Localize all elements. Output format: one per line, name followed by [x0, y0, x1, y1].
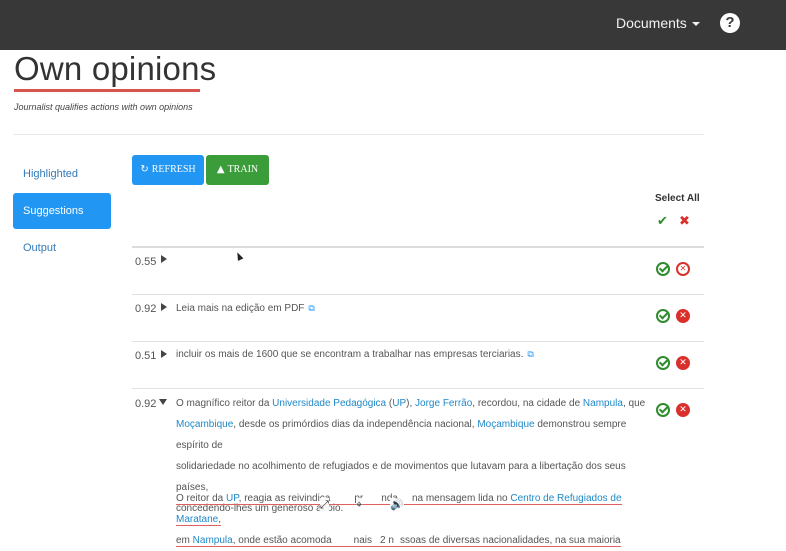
speaker-icon[interactable]: 🔊 [390, 498, 404, 516]
text-span: O magnífico reitor da [176, 398, 273, 409]
page-subtitle: Journalist qualifies actions with own op… [14, 102, 193, 112]
documents-dropdown[interactable]: Documents [616, 15, 700, 31]
graduation-cap-icon: ▲ [216, 164, 225, 175]
accept-icon[interactable] [656, 356, 670, 370]
title-underline [14, 89, 200, 92]
crosshair-icon[interactable]: ⌖ [356, 498, 363, 516]
accept-icon[interactable] [656, 262, 670, 276]
text-span: , recordou, na cidade de [472, 398, 583, 409]
reject-icon[interactable]: ✕ [676, 262, 690, 276]
row-sentence: incluir os mais de 1600 que se encontram… [176, 349, 524, 360]
accept-all-icon[interactable]: ✔ [657, 214, 668, 229]
accept-icon[interactable] [656, 309, 670, 323]
expanded-paragraph-2: O reitor da UP, reagia as reivindicaprnd… [176, 488, 646, 551]
row-score: 0.51 [135, 350, 157, 362]
help-icon[interactable]: ? [720, 13, 740, 33]
row-divider [132, 294, 704, 295]
row-text: incluir os mais de 1600 que se encontram… [176, 349, 534, 360]
mouse-cursor-icon [234, 251, 244, 261]
table-header-divider [132, 246, 704, 248]
text-span: , que [622, 398, 646, 409]
header-divider [14, 134, 704, 135]
entity-link[interactable]: Jorge Ferrão [415, 398, 472, 409]
text-span: , onde estão acomoda [232, 535, 332, 546]
external-link-icon[interactable]: ⧉ [308, 304, 314, 314]
row-sentence: Leia mais na edição em PDF [176, 303, 305, 314]
entity-link[interactable]: Moçambique [477, 419, 534, 430]
row-divider [132, 341, 704, 342]
top-navbar: Documents ? [0, 0, 786, 50]
train-button[interactable]: ▲ TRAIN [206, 155, 269, 185]
sidebar-item-suggestions[interactable]: Suggestions [13, 193, 111, 229]
documents-label: Documents [616, 15, 687, 31]
text-span: O reitor da [176, 493, 227, 504]
sidebar-nav: Highlighted Suggestions Output [13, 156, 111, 267]
text-span: ), [406, 398, 416, 409]
external-link-icon[interactable]: ⧉ [527, 350, 533, 360]
text-span: , reagia as reivindica [238, 493, 331, 504]
text-span: 2 n [380, 535, 394, 546]
row-divider [132, 388, 704, 389]
text-span: em [176, 535, 193, 546]
paragraph-line: O reitor da UP, reagia as reivindicaprnd… [176, 488, 646, 530]
text-span: , [218, 514, 222, 525]
highlighted-sentence: em Nampula, onde estão acomoda nais 2 n sso… [176, 535, 621, 547]
reject-icon[interactable]: ✕ [676, 356, 690, 370]
caret-down-icon [691, 22, 700, 27]
expand-caret-icon[interactable] [161, 303, 167, 311]
sidebar-item-output[interactable]: Output [13, 230, 111, 266]
expand-caret-icon[interactable] [161, 255, 167, 263]
reject-icon[interactable]: ✕ [676, 309, 690, 323]
row-score: 0.92 [135, 303, 157, 315]
entity-link[interactable]: Nampula [193, 535, 233, 546]
entity-link[interactable]: Universidade Pedagógica [272, 398, 386, 409]
train-label: TRAIN [227, 164, 259, 175]
row-text: Leia mais na edição em PDF ⧉ [176, 303, 315, 314]
reject-icon[interactable]: ✕ [676, 403, 690, 417]
page-title: Own opinions [14, 50, 217, 87]
refresh-button[interactable]: ↻ REFRESH [132, 155, 204, 185]
expand-icon[interactable]: ⤢ [320, 498, 329, 516]
row-score: 0.92 [135, 398, 157, 410]
collapse-caret-icon[interactable] [159, 399, 167, 405]
paragraph-line: em Nampula, onde estão acomoda nais 2 n sso… [176, 530, 646, 551]
text-span: , desde os primórdios dias da independên… [233, 419, 478, 430]
entity-link[interactable]: Moçambique [176, 419, 233, 430]
text-span: ssoas de diversas nacionalidades, na sua… [399, 535, 621, 546]
entity-link[interactable]: UP [392, 398, 406, 409]
text-span: nais [353, 535, 373, 546]
select-all-label: Select All [655, 193, 700, 204]
entity-link[interactable]: Nampula [583, 398, 623, 409]
entity-link[interactable]: UP [226, 493, 239, 504]
paragraph-line: O magnífico reitor da Universidade Pedag… [176, 393, 646, 414]
refresh-label: REFRESH [151, 164, 196, 175]
sidebar-item-highlighted[interactable]: Highlighted [13, 156, 111, 192]
reject-all-icon[interactable]: ✖ [679, 214, 690, 229]
text-span: na mensagem lida no [411, 493, 511, 504]
accept-icon[interactable] [656, 403, 670, 417]
row-score: 0.55 [135, 256, 157, 268]
refresh-icon: ↻ [140, 164, 149, 175]
paragraph-line: Moçambique, desde os primórdios dias da … [176, 414, 646, 456]
expand-caret-icon[interactable] [161, 350, 167, 358]
